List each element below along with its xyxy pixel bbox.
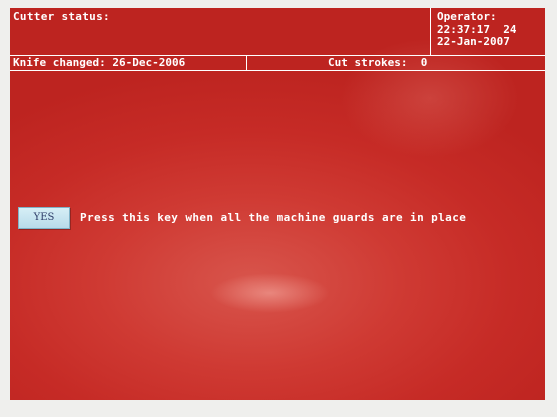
cut-strokes: Cut strokes: 0 [328, 56, 427, 70]
cutter-status-label: Cutter status: [13, 10, 110, 23]
guards-prompt-text: Press this key when all the machine guar… [80, 211, 467, 224]
yes-button[interactable]: YES [18, 207, 70, 229]
clock-suffix: 24 [503, 22, 517, 36]
current-date: 22-Jan-2007 [437, 35, 510, 48]
operator-panel: Operator: 22:37:17 24 22-Jan-2007 [430, 8, 545, 55]
screen-reflection [210, 273, 330, 313]
hmi-screen: Cutter status: Operator: 22:37:17 24 22-… [10, 8, 545, 400]
cut-strokes-label: Cut strokes: [328, 56, 408, 69]
monitor-bezel: Cutter status: Operator: 22:37:17 24 22-… [0, 0, 557, 417]
info-bar: Knife changed: 26-Dec-2006 Cut strokes: … [10, 56, 545, 71]
clock-time: 22:37:17 [437, 22, 490, 36]
knife-changed-text: Knife changed: 26-Dec-2006 [13, 56, 247, 70]
cut-strokes-value: 0 [420, 56, 428, 69]
status-header: Cutter status: Operator: 22:37:17 24 22-… [10, 8, 545, 56]
